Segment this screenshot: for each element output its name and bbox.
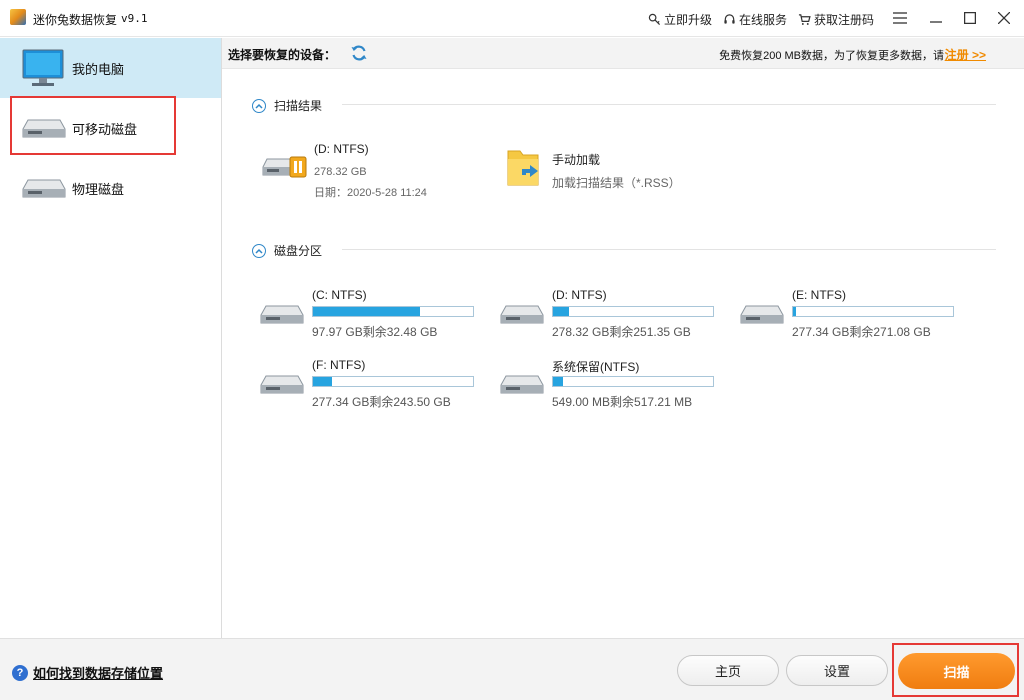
usage-bar (552, 306, 714, 317)
folder-load-icon (507, 150, 539, 186)
partition-name: 系统保留(NTFS) (552, 360, 640, 374)
usage-bar-fill (313, 377, 333, 386)
get-code-label: 获取注册码 (814, 13, 875, 27)
register-link[interactable]: 注册 >> (945, 46, 986, 63)
drive-date: 日期：2020-5-28 11:24 (314, 187, 427, 199)
select-device-label: 选择要恢复的设备： (228, 48, 337, 62)
drive-icon (260, 305, 304, 324)
sidebar-item-label: 可移动磁盘 (72, 121, 138, 137)
drive-icon (260, 375, 304, 394)
sidebar: 我的电脑 可移动磁盘 物理磁盘 (0, 38, 222, 638)
cart-icon (798, 14, 811, 25)
collapse-scan-results-button[interactable] (252, 98, 266, 113)
sidebar-item-label: 我的电脑 (72, 61, 125, 77)
partitions-header: 磁盘分区 (252, 242, 322, 259)
usage-bar-fill (793, 307, 797, 316)
manual-load-item[interactable]: 手动加载 加载扫描结果（*.RSS） (506, 143, 726, 193)
drive-size: 278.32 GB (314, 166, 367, 178)
physical-disk-icon (22, 179, 66, 198)
collapse-partitions-button[interactable] (252, 243, 266, 258)
manual-load-subtitle: 加载扫描结果（*.RSS） (552, 176, 681, 190)
hamburger-icon (893, 12, 907, 24)
footer: ? 如何找到数据存储位置 主页 设置 扫描 (0, 638, 1024, 700)
scan-results-title: 扫描结果 (274, 99, 323, 113)
minimize-icon (930, 21, 942, 23)
question-icon: ? (12, 664, 28, 681)
partition-name: (D: NTFS) (552, 288, 607, 302)
partition-item[interactable]: (E: NTFS) 277.34 GB剩余271.08 GB (740, 288, 960, 343)
free-quota-text: 免费恢复200 MB数据，为了恢复更多数据，请 (719, 50, 944, 62)
sidebar-item-removable-disk[interactable]: 可移动磁盘 (0, 98, 221, 158)
menu-button[interactable] (886, 6, 914, 30)
minimize-button[interactable] (922, 6, 950, 30)
drive-icon (500, 375, 544, 394)
drive-name: (D: NTFS) (314, 142, 369, 156)
sidebar-item-label: 物理磁盘 (72, 181, 125, 197)
get-code-link[interactable]: 获取注册码 (798, 11, 874, 28)
partition-name: (F: NTFS) (312, 358, 366, 372)
online-service-label: 在线服务 (739, 13, 788, 27)
usage-bar (312, 306, 474, 317)
help-link[interactable]: ? 如何找到数据存储位置 (12, 663, 163, 682)
partition-item[interactable]: 系统保留(NTFS) 549.00 MB剩余517.21 MB (500, 358, 720, 413)
usage-bar-fill (553, 377, 563, 386)
usage-bar-fill (313, 307, 421, 316)
upgrade-link-label: 立即升级 (664, 13, 713, 27)
scan-button[interactable]: 扫描 (898, 653, 1015, 689)
partition-item[interactable]: (D: NTFS) 278.32 GB剩余251.35 GB (500, 288, 720, 343)
manual-load-title: 手动加载 (552, 153, 601, 167)
partition-name: (C: NTFS) (312, 288, 367, 302)
app-version: v9.1 (121, 12, 148, 25)
close-icon (998, 12, 1010, 24)
upgrade-link[interactable]: 立即升级 (648, 11, 712, 28)
monitor-icon (22, 49, 64, 86)
app-logo-icon (10, 9, 26, 25)
drive-pause-icon (262, 156, 307, 178)
key-icon (648, 13, 661, 26)
partition-info: 278.32 GB剩余251.35 GB (552, 325, 691, 339)
partition-name: (E: NTFS) (792, 288, 846, 302)
partition-item[interactable]: (F: NTFS) 277.34 GB剩余243.50 GB (260, 358, 480, 413)
main-content: 扫描结果 (D: NTFS) 278.32 GB 日期：2020-5-28 11… (222, 69, 1024, 638)
scan-results-header: 扫描结果 (252, 97, 322, 114)
home-button[interactable]: 主页 (677, 655, 779, 686)
maximize-icon (964, 12, 976, 24)
usage-bar (552, 376, 714, 387)
help-link-label: 如何找到数据存储位置 (33, 666, 164, 681)
partitions-title: 磁盘分区 (274, 244, 323, 258)
partition-info: 97.97 GB剩余32.48 GB (312, 325, 438, 339)
scan-result-drive[interactable]: (D: NTFS) 278.32 GB 日期：2020-5-28 11:24 (262, 139, 462, 199)
usage-bar (792, 306, 954, 317)
refresh-icon[interactable] (350, 44, 368, 62)
close-button[interactable] (990, 6, 1018, 30)
partitions-divider (342, 249, 996, 250)
scan-results-divider (342, 104, 996, 105)
usage-bar-fill (553, 307, 569, 316)
title-bar: 迷你兔数据恢复 v9.1 立即升级 在线服务 获取注册码 (0, 0, 1024, 37)
drive-icon (740, 305, 784, 324)
partition-item[interactable]: (C: NTFS) 97.97 GB剩余32.48 GB (260, 288, 480, 343)
sidebar-item-physical-disk[interactable]: 物理磁盘 (0, 158, 221, 218)
maximize-button[interactable] (956, 6, 984, 30)
removable-drive-icon (22, 119, 66, 138)
partition-info: 549.00 MB剩余517.21 MB (552, 395, 693, 409)
drive-icon (500, 305, 544, 324)
sidebar-item-my-computer[interactable]: 我的电脑 (0, 38, 221, 98)
headset-icon (724, 14, 735, 24)
chevron-up-icon (255, 103, 263, 109)
online-service-link[interactable]: 在线服务 (723, 11, 787, 28)
partition-info: 277.34 GB剩余243.50 GB (312, 395, 451, 409)
settings-button[interactable]: 设置 (786, 655, 888, 686)
chevron-up-icon (255, 248, 263, 254)
device-header: 选择要恢复的设备： 免费恢复200 MB数据，为了恢复更多数据，请 注册 >> (222, 38, 1024, 69)
usage-bar (312, 376, 474, 387)
app-title: 迷你兔数据恢复 (33, 13, 118, 27)
partition-info: 277.34 GB剩余271.08 GB (792, 325, 931, 339)
